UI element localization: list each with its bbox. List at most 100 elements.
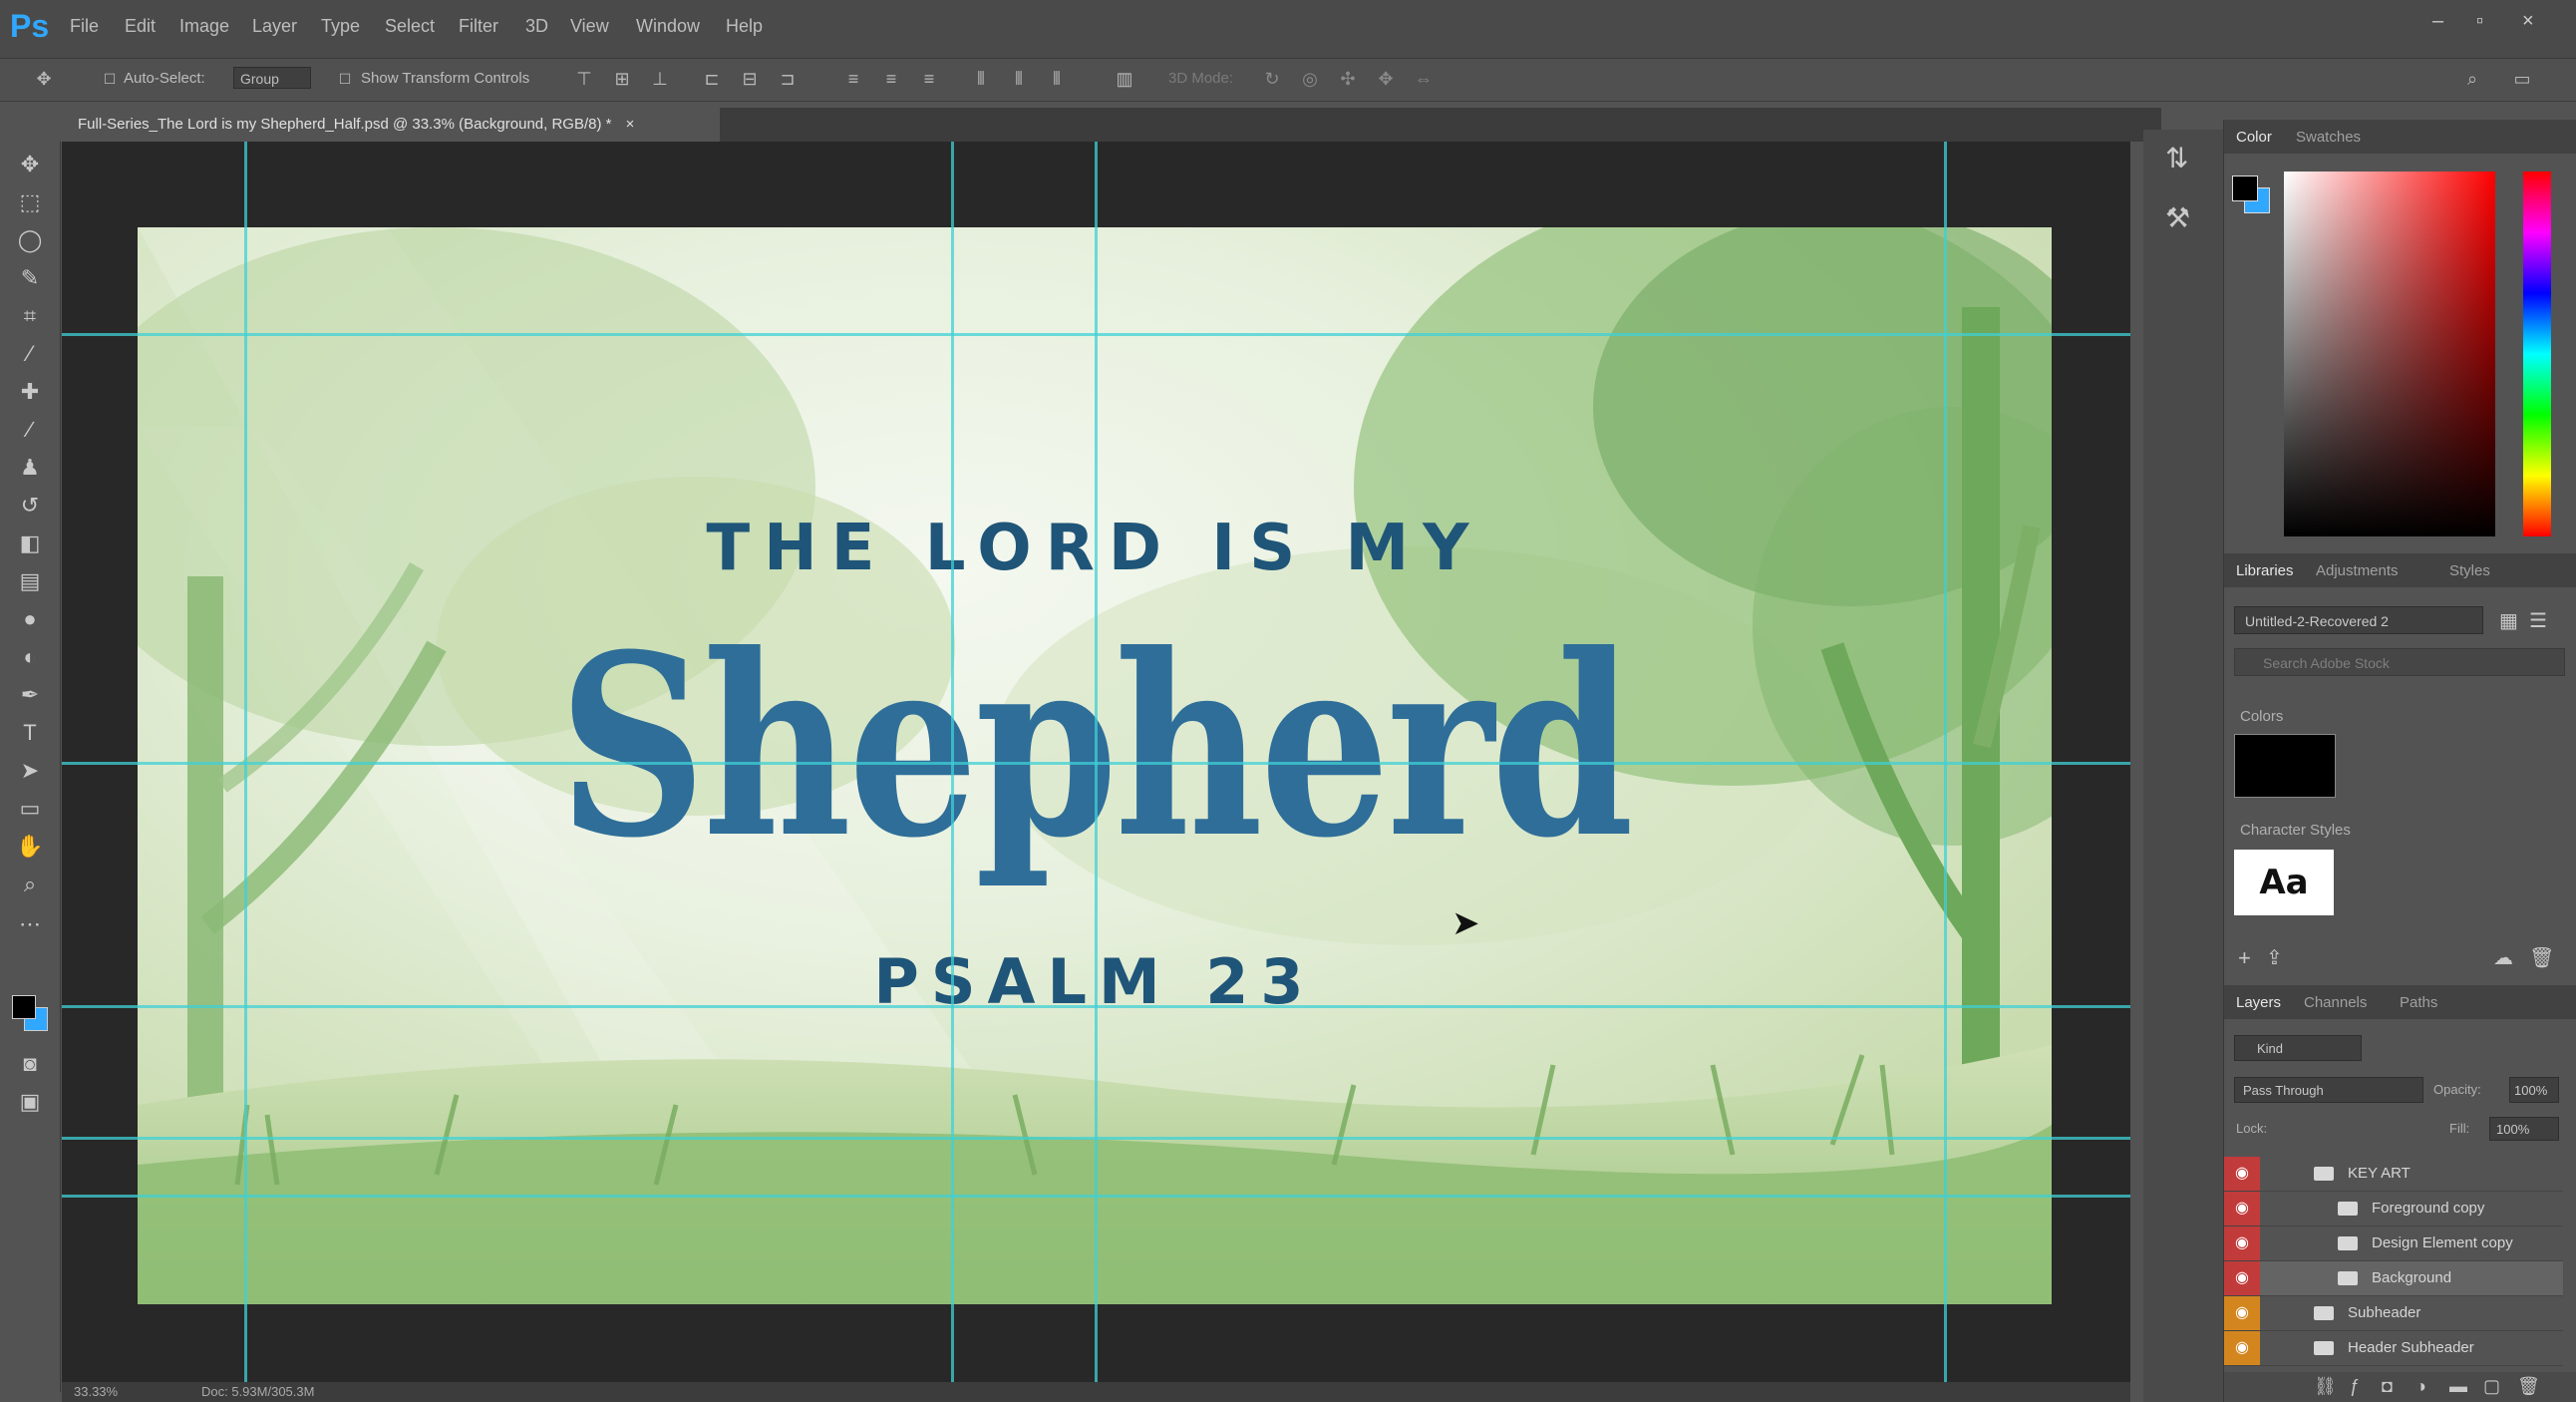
3d-roll-icon[interactable]: ◎ [1300, 69, 1320, 89]
menu-help[interactable]: Help [726, 16, 763, 37]
align-bottom-icon[interactable]: ⊥ [650, 69, 670, 89]
tab-layers[interactable]: Layers [2236, 994, 2281, 1011]
3d-rotate-icon[interactable]: ↻ [1262, 69, 1282, 89]
opacity-input[interactable]: 100% [2509, 1077, 2559, 1103]
library-dropdown[interactable]: Untitled-2-Recovered 2 [2234, 606, 2483, 634]
tab-adjustments[interactable]: Adjustments [2316, 562, 2399, 579]
menu-window[interactable]: Window [636, 16, 700, 37]
add-mask-icon[interactable]: ◘ [2382, 1376, 2393, 1397]
auto-align-icon[interactable]: ▥ [1115, 69, 1134, 89]
pen-tool-icon[interactable]: ✒ [14, 680, 46, 710]
visibility-eye-icon[interactable]: ◉ [2224, 1157, 2260, 1191]
align-left-icon[interactable]: ⊏ [702, 69, 722, 89]
new-group-icon[interactable]: ▬ [2449, 1376, 2467, 1397]
add-to-library-icon[interactable]: + [2238, 945, 2251, 971]
menu-type[interactable]: Type [321, 16, 360, 37]
distribute-top-icon[interactable]: ≡ [843, 69, 863, 89]
zoom-level[interactable]: 33.33% [74, 1384, 118, 1399]
tab-libraries[interactable]: Libraries [2236, 562, 2294, 579]
auto-select-dropdown[interactable]: Group [233, 67, 311, 89]
distribute-bottom-icon[interactable]: ≡ [919, 69, 939, 89]
crop-tool-icon[interactable]: ⌗ [14, 301, 46, 331]
menu-view[interactable]: View [570, 16, 609, 37]
show-transform-checkbox[interactable]: ☐ [335, 69, 355, 89]
distribute-left-icon[interactable]: ⦀ [971, 69, 991, 89]
menu-image[interactable]: Image [179, 16, 229, 37]
hand-tool-icon[interactable]: ✋ [14, 832, 46, 862]
quick-mask-icon[interactable]: ◙ [14, 1049, 46, 1079]
visibility-eye-icon[interactable]: ◉ [2224, 1331, 2260, 1365]
list-view-icon[interactable]: ☰ [2529, 608, 2547, 633]
tab-channels[interactable]: Channels [2304, 994, 2367, 1011]
layer-row[interactable]: ◉ KEY ART [2224, 1157, 2563, 1192]
screen-mode-icon[interactable]: ▣ [14, 1087, 46, 1117]
align-top-icon[interactable]: ⊤ [574, 69, 594, 89]
visibility-eye-icon[interactable]: ◉ [2224, 1296, 2260, 1330]
link-layers-icon[interactable]: ⛓ [2314, 1376, 2337, 1397]
grid-view-icon[interactable]: ▦ [2499, 608, 2518, 633]
blend-mode-dropdown[interactable]: Pass Through [2234, 1077, 2423, 1103]
dodge-tool-icon[interactable]: ◐ [14, 642, 46, 672]
distribute-vcenter-icon[interactable]: ≡ [881, 69, 901, 89]
tab-swatches[interactable]: Swatches [2296, 129, 2361, 146]
visibility-eye-icon[interactable]: ◉ [2224, 1192, 2260, 1226]
workspace-icon[interactable]: ▭ [2512, 69, 2532, 89]
rectangle-tool-icon[interactable]: ▭ [14, 794, 46, 824]
gradient-tool-icon[interactable]: ▤ [14, 566, 46, 596]
delete-layer-icon[interactable]: 🗑 [2517, 1376, 2540, 1397]
move-tool-icon[interactable]: ✥ [34, 69, 54, 89]
tab-styles[interactable]: Styles [2449, 562, 2490, 579]
more-tools-icon[interactable]: ⋯ [14, 909, 46, 939]
menu-layer[interactable]: Layer [252, 16, 297, 37]
healing-brush-tool-icon[interactable]: ✚ [14, 377, 46, 407]
align-right-icon[interactable]: ⊐ [778, 69, 798, 89]
tab-color[interactable]: Color [2236, 129, 2272, 146]
menu-select[interactable]: Select [385, 16, 435, 37]
color-picker-field[interactable] [2284, 172, 2495, 536]
layer-row[interactable]: ◉ Header Subheader [2224, 1331, 2563, 1366]
layer-row[interactable]: ◉ Design Element copy [2224, 1227, 2563, 1261]
history-brush-tool-icon[interactable]: ↺ [14, 491, 46, 521]
minimize-button[interactable]: – [2432, 10, 2443, 33]
properties-panel-icon[interactable]: ⇅ [2165, 142, 2188, 175]
fx-icon[interactable]: ƒ [2350, 1376, 2360, 1397]
blur-tool-icon[interactable]: ● [14, 604, 46, 634]
marquee-tool-icon[interactable]: ⬚ [14, 187, 46, 217]
library-trash-icon[interactable]: 🗑 [2529, 945, 2554, 970]
foreground-color-swatch[interactable] [12, 995, 36, 1019]
distribute-hcenter-icon[interactable]: ⦀ [1009, 69, 1029, 89]
close-button[interactable]: × [2522, 10, 2534, 33]
restore-button[interactable]: ▫ [2476, 10, 2483, 33]
character-style-sample[interactable]: Aa [2234, 850, 2334, 915]
menu-filter[interactable]: Filter [459, 16, 498, 37]
fill-input[interactable]: 100% [2489, 1117, 2559, 1141]
layer-filter-kind[interactable]: Kind [2234, 1035, 2362, 1061]
quick-select-tool-icon[interactable]: ✎ [14, 263, 46, 293]
lasso-tool-icon[interactable]: ◯ [14, 225, 46, 255]
align-hcenter-icon[interactable]: ⊟ [740, 69, 760, 89]
3d-scale-icon[interactable]: ⇔ [1414, 69, 1434, 89]
document-tab-close[interactable]: × [626, 116, 635, 133]
clone-stamp-tool-icon[interactable]: ♟ [14, 453, 46, 483]
document-tab[interactable]: Full-Series_The Lord is my Shepherd_Half… [62, 108, 720, 142]
eyedropper-tool-icon[interactable]: ⁄ [14, 339, 46, 369]
library-search-input[interactable]: Search Adobe Stock [2234, 648, 2565, 676]
zoom-tool-icon[interactable]: ⌕ [14, 870, 46, 899]
menu-edit[interactable]: Edit [125, 16, 156, 37]
layer-row[interactable]: ◉ Foreground copy [2224, 1192, 2563, 1227]
library-color-swatch[interactable] [2234, 734, 2336, 798]
foreground-color-chip[interactable] [2232, 175, 2258, 201]
cloud-icon[interactable]: ☁ [2493, 945, 2513, 970]
distribute-right-icon[interactable]: ⦀ [1047, 69, 1067, 89]
visibility-eye-icon[interactable]: ◉ [2224, 1261, 2260, 1295]
search-icon[interactable]: ⌕ [2462, 69, 2482, 89]
hue-slider[interactable] [2523, 172, 2551, 536]
brush-settings-icon[interactable]: ⚒ [2165, 201, 2190, 234]
new-layer-icon[interactable]: ▢ [2483, 1376, 2500, 1397]
menu-file[interactable]: File [70, 16, 99, 37]
visibility-eye-icon[interactable]: ◉ [2224, 1227, 2260, 1260]
path-select-tool-icon[interactable]: ➤ [14, 756, 46, 786]
3d-drag-icon[interactable]: ✣ [1338, 69, 1358, 89]
layer-row-selected[interactable]: ◉ Background [2224, 1261, 2563, 1296]
adjustment-layer-icon[interactable]: ◑ [2415, 1376, 2426, 1397]
